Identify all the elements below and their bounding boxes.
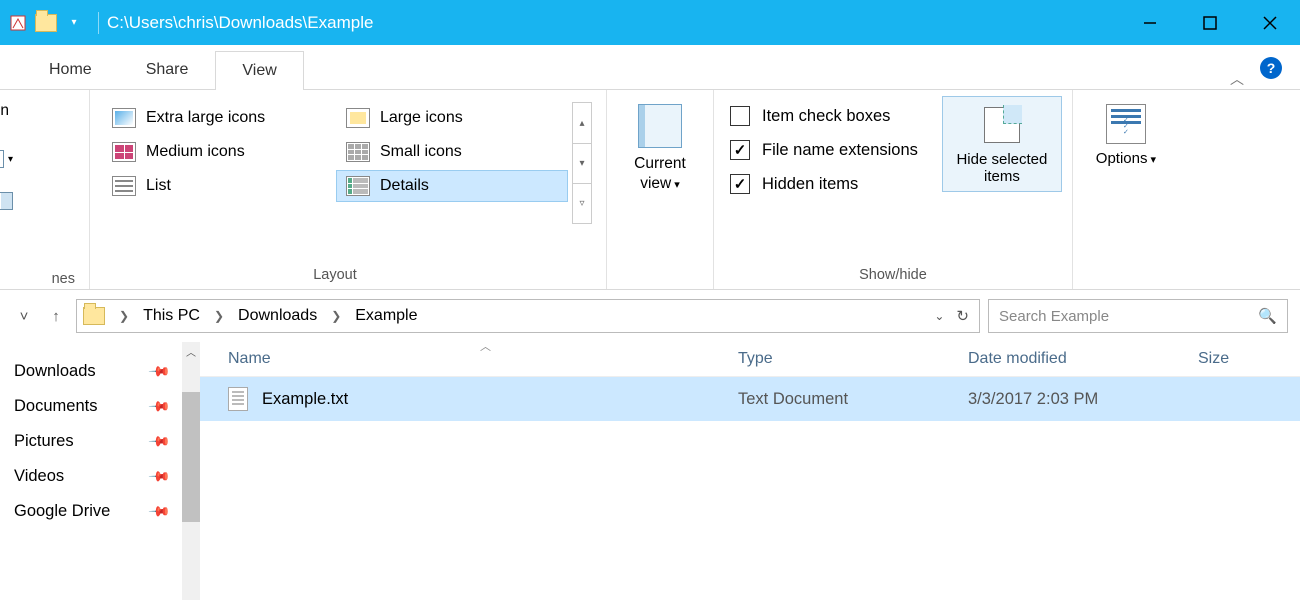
tab-view[interactable]: View	[215, 51, 303, 90]
qat-dropdown-icon[interactable]: ▾	[62, 11, 86, 35]
checkbox-file-name-extensions[interactable]: File name extensions	[730, 140, 918, 160]
file-row[interactable]: Example.txt Text Document 3/3/2017 2:03 …	[200, 377, 1300, 421]
text-file-icon	[228, 387, 248, 411]
group-layout: Extra large icons Large icons Medium ico…	[90, 90, 607, 289]
layout-list[interactable]: List	[102, 170, 334, 202]
layout-xl-label: Extra large icons	[146, 109, 265, 127]
breadcrumb-downloads[interactable]: Downloads	[238, 307, 317, 325]
column-headers: ︿ Name Type Date modified Size	[200, 342, 1300, 377]
column-size[interactable]: Size	[1190, 350, 1300, 368]
minimize-button[interactable]	[1120, 0, 1180, 45]
pin-icon: 📌	[147, 464, 171, 488]
checkbox-item-check-boxes[interactable]: Item check boxes	[730, 106, 918, 126]
group-options: Options	[1073, 90, 1179, 289]
layout-medium-icons[interactable]: Medium icons	[102, 136, 334, 168]
chevron-right-icon[interactable]: ❯	[323, 309, 349, 323]
collapse-ribbon-icon[interactable]: ︿	[1220, 69, 1254, 89]
sidebar-item-downloads[interactable]: Downloads📌	[14, 354, 200, 389]
current-view-label: Current view	[617, 154, 703, 194]
group-label-showhide: Show/hide	[724, 263, 1062, 287]
navigation-pane-label-fragment: ion	[0, 102, 13, 120]
breadcrumb-this-pc[interactable]: This PC	[143, 307, 200, 325]
preview-pane-button[interactable]: ▾	[0, 150, 13, 168]
address-folder-icon	[83, 307, 105, 325]
pin-icon: 📌	[147, 499, 171, 523]
layout-sm-label: Small icons	[380, 143, 462, 161]
search-placeholder: Search Example	[999, 308, 1109, 325]
layout-details[interactable]: Details	[336, 170, 568, 202]
window-title: C:\Users\chris\Downloads\Example	[107, 13, 373, 33]
options-button[interactable]: Options	[1083, 96, 1169, 167]
current-view-button[interactable]: Current view	[617, 96, 703, 194]
column-date-modified[interactable]: Date modified	[960, 350, 1190, 368]
layout-extra-large-icons[interactable]: Extra large icons	[102, 102, 334, 134]
address-bar-row: ˅ ↑ ❯ This PC ❯ Downloads ❯ Example ⌄ ↻ …	[0, 290, 1300, 342]
options-icon	[1106, 104, 1146, 144]
history-dropdown-icon[interactable]: ˅	[12, 304, 36, 328]
hide-selected-items-button[interactable]: Hide selected items	[942, 96, 1062, 192]
chevron-right-icon[interactable]: ❯	[206, 309, 232, 323]
breadcrumb-example[interactable]: Example	[355, 307, 417, 325]
sidebar-scrollbar[interactable]: ︿	[182, 342, 200, 600]
tab-home[interactable]: Home	[22, 50, 119, 89]
layout-small-icons[interactable]: Small icons	[336, 136, 568, 168]
hidden-items-label: Hidden items	[762, 175, 858, 194]
up-button[interactable]: ↑	[44, 304, 68, 328]
hide-selected-label: Hide selected items	[949, 151, 1055, 185]
layout-large-icons[interactable]: Large icons	[336, 102, 568, 134]
details-pane-button[interactable]	[0, 192, 13, 210]
chevron-right-icon[interactable]: ❯	[111, 309, 137, 323]
layout-gallery-scroll[interactable]: ▴▾▿	[572, 102, 592, 224]
current-view-icon	[638, 104, 682, 148]
group-current-view: Current view	[607, 90, 714, 289]
layout-list-label: List	[146, 177, 171, 195]
file-date: 3/3/2017 2:03 PM	[960, 390, 1190, 409]
refresh-icon[interactable]: ↻	[956, 307, 969, 325]
sidebar-item-videos[interactable]: Videos📌	[14, 459, 200, 494]
group-label-panes: nes	[10, 271, 79, 287]
group-show-hide: Item check boxes File name extensions Hi…	[714, 90, 1073, 289]
address-bar[interactable]: ❯ This PC ❯ Downloads ❯ Example ⌄ ↻	[76, 299, 980, 333]
layout-details-label: Details	[380, 177, 429, 195]
title-bar: ▾ C:\Users\chris\Downloads\Example	[0, 0, 1300, 45]
checkbox-hidden-items[interactable]: Hidden items	[730, 174, 918, 194]
search-icon: 🔍	[1258, 307, 1277, 325]
content-area: Downloads📌 Documents📌 Pictures📌 Videos📌 …	[0, 342, 1300, 600]
address-dropdown-icon[interactable]: ⌄	[934, 309, 944, 323]
pin-icon: 📌	[147, 394, 171, 418]
tab-share[interactable]: Share	[119, 50, 216, 89]
help-icon[interactable]: ?	[1260, 57, 1282, 79]
pin-icon: 📌	[147, 429, 171, 453]
folder-icon[interactable]	[34, 11, 58, 35]
quick-access-toolbar: ▾	[0, 11, 107, 35]
layout-md-label: Medium icons	[146, 143, 245, 161]
layout-lg-label: Large icons	[380, 109, 463, 127]
sidebar-item-google-drive[interactable]: Google Drive📌	[14, 494, 200, 529]
hide-selected-icon	[980, 103, 1024, 147]
column-name[interactable]: Name	[220, 350, 730, 368]
sort-indicator-icon: ︿	[480, 338, 491, 354]
sidebar-item-documents[interactable]: Documents📌	[14, 389, 200, 424]
close-button[interactable]	[1240, 0, 1300, 45]
navigation-sidebar: Downloads📌 Documents📌 Pictures📌 Videos📌 …	[0, 342, 200, 600]
ribbon: ion ▾ nes Extra large icons Large icons …	[0, 90, 1300, 290]
sidebar-item-pictures[interactable]: Pictures📌	[14, 424, 200, 459]
app-icon[interactable]	[6, 11, 30, 35]
pin-icon: 📌	[147, 359, 171, 383]
group-panes: ion ▾ nes	[0, 90, 90, 289]
search-input[interactable]: Search Example 🔍	[988, 299, 1288, 333]
group-label-layout: Layout	[100, 263, 570, 287]
file-ext-label: File name extensions	[762, 141, 918, 160]
maximize-button[interactable]	[1180, 0, 1240, 45]
item-check-boxes-label: Item check boxes	[762, 107, 890, 126]
column-type[interactable]: Type	[730, 350, 960, 368]
file-name: Example.txt	[262, 390, 348, 409]
options-label: Options	[1083, 150, 1169, 167]
file-type: Text Document	[730, 390, 960, 409]
file-list: ︿ Name Type Date modified Size Example.t…	[200, 342, 1300, 600]
ribbon-tabs: Home Share View ︿ ?	[0, 45, 1300, 90]
